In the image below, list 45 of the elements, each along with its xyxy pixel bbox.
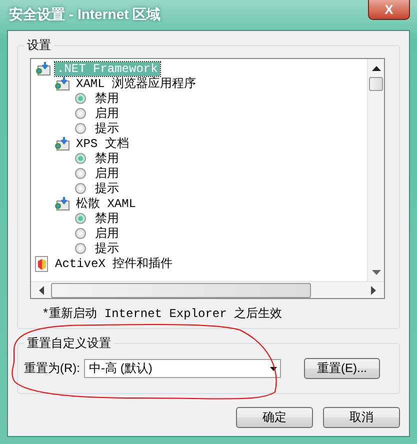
radio-button[interactable] bbox=[75, 93, 86, 104]
option-label: 提示 bbox=[94, 242, 120, 256]
settings-icon bbox=[54, 196, 70, 210]
vertical-scrollbar[interactable] bbox=[367, 59, 384, 281]
down-arrow-icon[interactable] bbox=[372, 270, 380, 275]
cancel-button[interactable]: 取消 bbox=[323, 407, 400, 428]
radio-button[interactable] bbox=[75, 213, 86, 224]
radio-button[interactable] bbox=[75, 153, 86, 164]
radio-button[interactable] bbox=[75, 228, 86, 239]
group-title: 重置自定义设置 bbox=[24, 336, 114, 350]
ok-button[interactable]: 确定 bbox=[236, 407, 313, 428]
radio-button[interactable] bbox=[75, 243, 86, 254]
settings-icon bbox=[54, 76, 70, 90]
option-label: 提示 bbox=[94, 182, 120, 196]
left-arrow-icon[interactable] bbox=[39, 286, 44, 294]
radio-button[interactable] bbox=[75, 183, 86, 194]
option-label: 启用 bbox=[94, 106, 120, 120]
tree-item[interactable]: 松散 XAML bbox=[74, 196, 138, 210]
horizontal-scrollbar[interactable] bbox=[31, 281, 384, 298]
option-label: 启用 bbox=[94, 226, 120, 240]
reset-label: 重置为(R): bbox=[24, 360, 80, 377]
scrollbar-thumb[interactable] bbox=[51, 282, 311, 298]
right-arrow-icon[interactable] bbox=[371, 286, 376, 294]
option-label: 提示 bbox=[94, 122, 120, 136]
scrollbar-thumb[interactable] bbox=[369, 77, 383, 91]
settings-icon bbox=[54, 136, 70, 150]
tree-item[interactable]: XAML 浏览器应用程序 bbox=[74, 76, 198, 90]
settings-icon bbox=[35, 62, 51, 76]
plugin-icon bbox=[35, 256, 49, 272]
up-arrow-icon[interactable] bbox=[372, 66, 380, 71]
radio-button[interactable] bbox=[75, 168, 86, 179]
option-label: 启用 bbox=[94, 166, 120, 180]
level-dropdown[interactable]: 中-高 (默认) bbox=[84, 359, 281, 378]
option-label: 禁用 bbox=[94, 212, 120, 226]
reset-button[interactable]: 重置(E)... bbox=[304, 358, 380, 379]
radio-button[interactable] bbox=[75, 123, 86, 134]
group-title: 设置 bbox=[24, 38, 54, 52]
option-label: 禁用 bbox=[94, 152, 120, 166]
dropdown-caret-icon bbox=[270, 366, 277, 370]
window-title: 安全设置 - Internet 区域 bbox=[8, 6, 161, 24]
radio-button[interactable] bbox=[75, 108, 86, 119]
tree-item[interactable]: XPS 文档 bbox=[74, 136, 131, 150]
tree-item[interactable]: ActiveX 控件和插件 bbox=[53, 256, 175, 270]
option-label: 禁用 bbox=[94, 92, 120, 106]
restart-note: *重新启动 Internet Explorer 之后生效 bbox=[42, 306, 284, 322]
